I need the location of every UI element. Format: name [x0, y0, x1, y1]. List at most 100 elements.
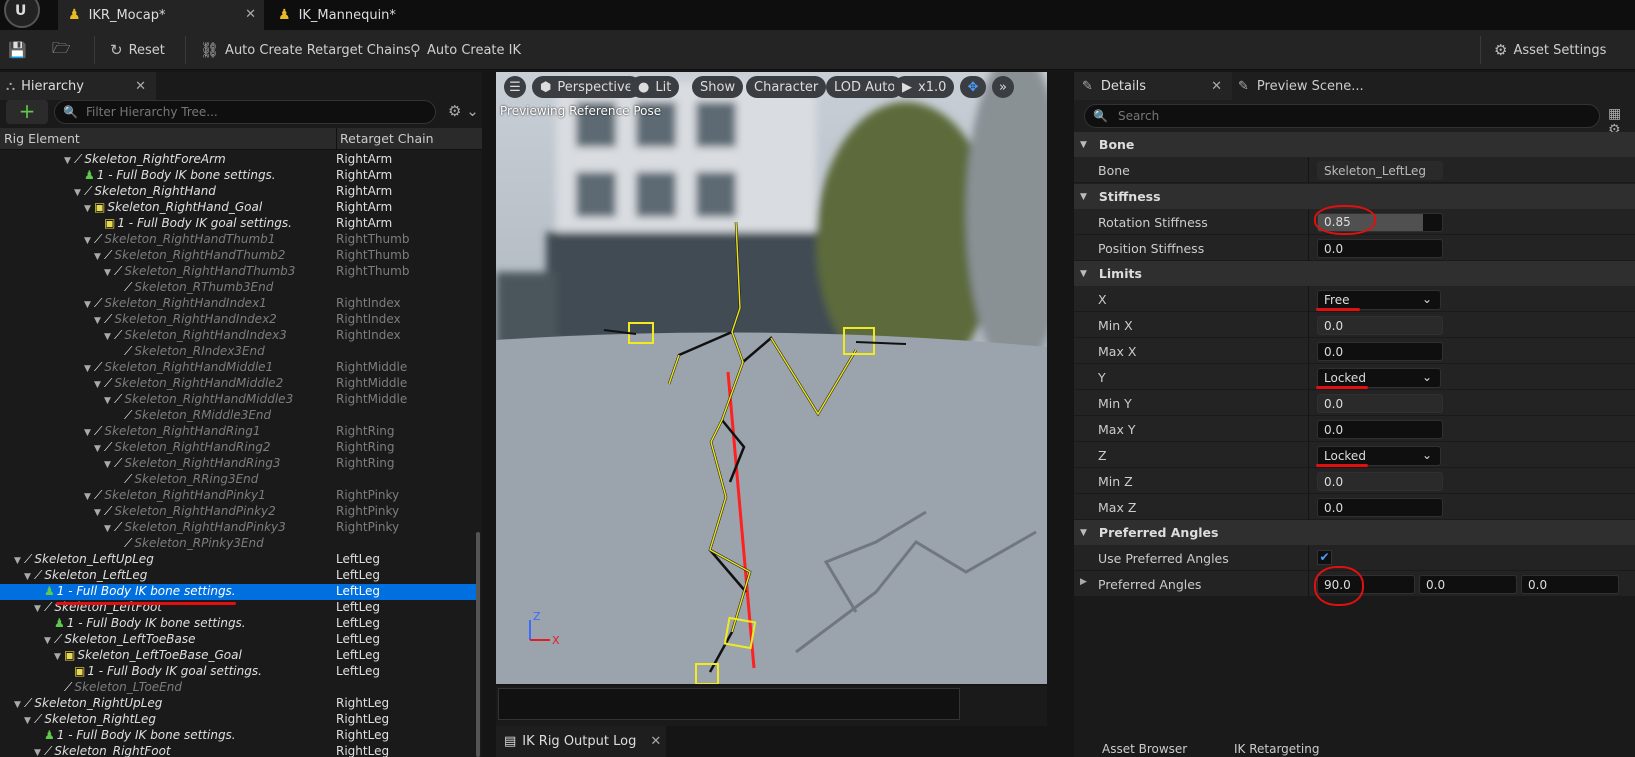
hierarchy-row[interactable]: ♟ 1 - Full Body IK bone settings. LeftLeg: [0, 584, 476, 600]
tab-details[interactable]: ✎ Details ✕: [1074, 72, 1232, 100]
value-divider[interactable]: [1308, 442, 1309, 468]
tab-ik-rig-output-log[interactable]: ▤ IK Rig Output Log ✕: [496, 726, 666, 757]
expand-arrow-icon[interactable]: ▼: [94, 316, 104, 326]
value-divider[interactable]: [1308, 235, 1309, 261]
tab-ik-mannequin[interactable]: ♟ IK_Mannequin*: [268, 0, 468, 30]
hierarchy-row[interactable]: ▼ ▣ Skeleton_LeftToeBase_Goal LeftLeg: [0, 648, 476, 664]
expand-arrow-icon[interactable]: ▼: [64, 156, 74, 166]
hierarchy-row[interactable]: ▼ ⟋ Skeleton_RightHandMiddle1 RightMiddle: [0, 360, 476, 376]
hierarchy-row[interactable]: ⟋ Skeleton_RRing3End: [0, 472, 476, 488]
details-search-input[interactable]: 🔍 Search: [1084, 104, 1600, 128]
hierarchy-row[interactable]: ▼ ⟋ Skeleton_RightHandIndex1 RightIndex: [0, 296, 476, 312]
auto-create-ik-button[interactable]: ⚲ Auto Create IK: [410, 38, 521, 62]
hierarchy-row[interactable]: ▣ 1 - Full Body IK goal settings. LeftLeg: [0, 664, 476, 680]
tab-ik-retargeting[interactable]: IK Retargeting: [1234, 742, 1319, 756]
expand-arrow-icon[interactable]: ▼: [54, 652, 64, 662]
lod-button[interactable]: LOD Auto: [826, 76, 904, 98]
hierarchy-row[interactable]: ⟋ Skeleton_RThumb3End: [0, 280, 476, 296]
value-divider[interactable]: [1308, 364, 1309, 390]
expand-arrow-icon[interactable]: ▼: [74, 188, 84, 198]
hierarchy-row[interactable]: ▼ ⟋ Skeleton_RightHandIndex3 RightIndex: [0, 328, 476, 344]
expand-arrow-icon[interactable]: ▼: [104, 460, 114, 470]
hierarchy-row[interactable]: ♟ 1 - Full Body IK bone settings. RightLeg: [0, 728, 476, 744]
expand-arrow-icon[interactable]: ▶: [1080, 577, 1087, 587]
tab-hierarchy[interactable]: ⛬ Hierarchy ✕: [0, 72, 156, 100]
lit-button[interactable]: ● Lit: [630, 76, 680, 98]
y-limit-select[interactable]: Locked ⌄: [1317, 368, 1441, 388]
expand-arrow-icon[interactable]: ▼: [84, 236, 94, 246]
retarget-chain-column[interactable]: Retarget Chain: [340, 131, 434, 146]
viewport-menu-button[interactable]: ☰: [504, 76, 526, 98]
hierarchy-row[interactable]: ▼ ⟋ Skeleton_RightHandRing3 RightRing: [0, 456, 476, 472]
expand-arrow-icon[interactable]: ▼: [84, 300, 94, 310]
max-z-input[interactable]: 0.0: [1317, 498, 1443, 517]
close-icon[interactable]: ✕: [245, 7, 256, 22]
value-divider[interactable]: [1308, 494, 1309, 520]
unreal-logo-icon[interactable]: U: [4, 0, 40, 28]
tab-preview-scene[interactable]: ✎ Preview Scene...: [1234, 72, 1434, 100]
value-divider[interactable]: [1308, 312, 1309, 338]
expand-arrow-icon[interactable]: ▼: [84, 492, 94, 502]
hierarchy-row[interactable]: ▼ ⟋ Skeleton_RightHand RightArm: [0, 184, 476, 200]
hierarchy-row[interactable]: ♟ 1 - Full Body IK bone settings. LeftLeg: [0, 616, 476, 632]
use-preferred-angles-checkbox[interactable]: ✔: [1317, 550, 1332, 565]
viewport[interactable]: Z X ❚❚ ▶|: [496, 72, 1047, 684]
expand-arrow-icon[interactable]: ▼: [94, 252, 104, 262]
hierarchy-row[interactable]: ♟ 1 - Full Body IK bone settings. RightArm: [0, 168, 476, 184]
translate-tool-button[interactable]: ✥: [960, 76, 986, 98]
max-x-input[interactable]: 0.0: [1317, 342, 1443, 361]
playback-speed-button[interactable]: ▶ x1.0: [894, 76, 955, 98]
tab-asset-browser[interactable]: Asset Browser: [1102, 742, 1187, 756]
value-divider[interactable]: [1308, 338, 1309, 364]
expand-arrow-icon[interactable]: ▼: [94, 508, 104, 518]
value-divider[interactable]: [1308, 571, 1309, 597]
category-preferred-angles[interactable]: ▼ Preferred Angles: [1074, 520, 1635, 545]
value-divider[interactable]: [1308, 545, 1309, 571]
expand-arrow-icon[interactable]: ▼: [94, 444, 104, 454]
auto-create-retarget-chains-button[interactable]: ⛓ Auto Create Retarget Chains: [200, 38, 411, 62]
show-button[interactable]: Show: [692, 76, 744, 98]
expand-arrow-icon[interactable]: ▼: [24, 572, 34, 582]
gear-icon[interactable]: ⚙ ⌄: [448, 102, 479, 120]
preferred-angle-y-input[interactable]: 0.0: [1419, 575, 1517, 594]
tab-ikr-mocap[interactable]: ♟ IKR_Mocap* ✕: [58, 0, 264, 30]
hierarchy-row[interactable]: ▼ ⟋ Skeleton_RightLeg RightLeg: [0, 712, 476, 728]
x-limit-select[interactable]: Free ⌄: [1317, 290, 1441, 310]
expand-arrow-icon[interactable]: ▼: [34, 604, 44, 614]
rig-element-column[interactable]: Rig Element: [4, 131, 80, 146]
expand-arrow-icon[interactable]: ▼: [84, 204, 94, 214]
expand-arrow-icon[interactable]: ▼: [34, 748, 44, 757]
hierarchy-row[interactable]: ▼ ⟋ Skeleton_RightHandThumb1 RightThumb: [0, 232, 476, 248]
hierarchy-row[interactable]: ▼ ⟋ Skeleton_LeftToeBase LeftLeg: [0, 632, 476, 648]
hierarchy-row[interactable]: ▼ ▣ Skeleton_RightHand_Goal RightArm: [0, 200, 476, 216]
min-x-input[interactable]: 0.0: [1317, 316, 1443, 335]
hierarchy-row[interactable]: ▼ ⟋ Skeleton_RightHandIndex2 RightIndex: [0, 312, 476, 328]
hierarchy-row[interactable]: ⟋ Skeleton_RIndex3End: [0, 344, 476, 360]
hierarchy-row[interactable]: ▣ 1 - Full Body IK goal settings. RightArm: [0, 216, 476, 232]
expand-arrow-icon[interactable]: ▼: [104, 396, 114, 406]
preferred-angle-z-input[interactable]: 0.0: [1521, 575, 1619, 594]
category-bone[interactable]: ▼ Bone: [1074, 132, 1635, 157]
add-button[interactable]: +: [6, 100, 48, 124]
hierarchy-row[interactable]: ▼ ⟋ Skeleton_RightHandMiddle2 RightMiddle: [0, 376, 476, 392]
value-divider[interactable]: [1308, 157, 1309, 183]
z-limit-select[interactable]: Locked ⌄: [1317, 446, 1441, 466]
hierarchy-row[interactable]: ▼ ⟋ Skeleton_RightHandRing2 RightRing: [0, 440, 476, 456]
perspective-button[interactable]: ⬢ Perspective: [532, 76, 641, 98]
scrollbar[interactable]: [476, 532, 480, 757]
min-y-input[interactable]: 0.0: [1317, 394, 1443, 413]
asset-settings-button[interactable]: ⚙ Asset Settings: [1494, 38, 1606, 62]
expand-arrow-icon[interactable]: ▼: [24, 716, 34, 726]
reset-button[interactable]: ↻ Reset: [110, 38, 165, 62]
hierarchy-row[interactable]: ▼ ⟋ Skeleton_RightUpLeg RightLeg: [0, 696, 476, 712]
hierarchy-row[interactable]: ▼ ⟋ Skeleton_RightHandPinky2 RightPinky: [0, 504, 476, 520]
value-divider[interactable]: [1308, 286, 1309, 312]
hierarchy-row[interactable]: ▼ ⟋ Skeleton_RightHandRing1 RightRing: [0, 424, 476, 440]
category-limits[interactable]: ▼ Limits: [1074, 261, 1635, 286]
position-stiffness-input[interactable]: 0.0: [1317, 239, 1443, 258]
hierarchy-row[interactable]: ▼ ⟋ Skeleton_LeftUpLeg LeftLeg: [0, 552, 476, 568]
expand-arrow-icon[interactable]: ▼: [14, 556, 24, 566]
expand-arrow-icon[interactable]: ▼: [84, 364, 94, 374]
expand-arrow-icon[interactable]: ▼: [94, 380, 104, 390]
hierarchy-row[interactable]: ▼ ⟋ Skeleton_RightForeArm RightArm: [0, 152, 476, 168]
